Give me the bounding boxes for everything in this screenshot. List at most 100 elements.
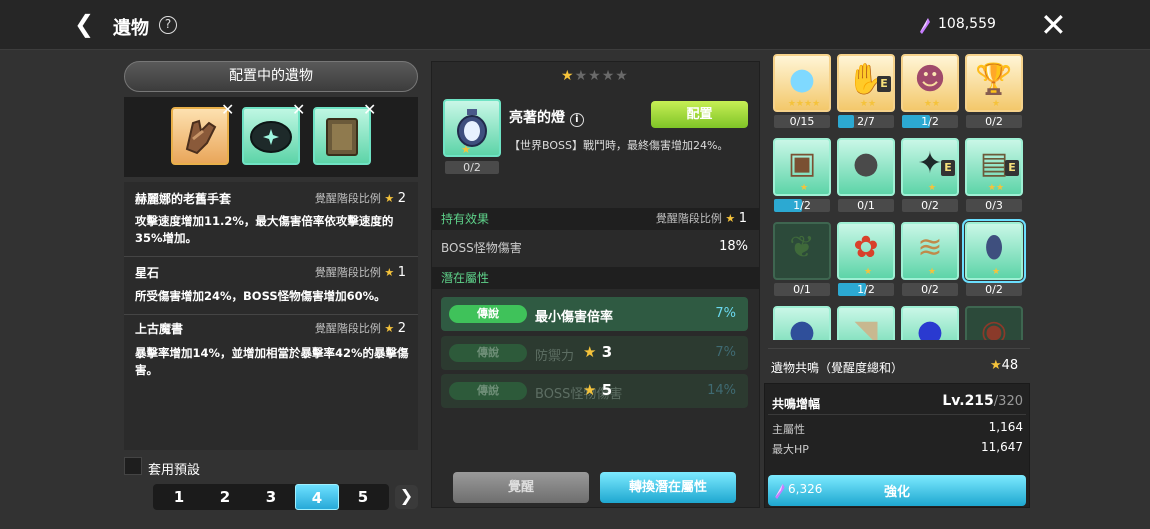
blue-bag-icon: ●	[788, 314, 816, 340]
tile-count: 0/2	[902, 283, 958, 296]
resonance-total: ★48	[990, 358, 1018, 373]
remove-slot-3-button[interactable]: ✕	[363, 100, 376, 119]
tile-stars: ★	[799, 183, 809, 193]
potential-row-1: 傳說 最小傷害倍率 7%	[441, 297, 748, 331]
relic-tile[interactable]: ▣ ★	[773, 138, 831, 196]
relic-tile[interactable]: ☻ ★★	[901, 54, 959, 112]
page-1-button[interactable]: 1	[157, 484, 201, 510]
tile-count: 0/2	[966, 115, 1022, 128]
relic-tile[interactable]: ✋ ★★ E	[837, 54, 895, 112]
preset-checkbox[interactable]	[124, 457, 142, 475]
tile-count-text: 0/2	[985, 283, 1003, 296]
tile-count: 0/2	[966, 283, 1022, 296]
star-icon: ★	[583, 343, 597, 361]
blue-slime-icon: ●	[788, 62, 816, 97]
lantern-icon: ⬮	[984, 230, 1004, 265]
ancient-book-icon	[326, 118, 358, 156]
relic-tile[interactable]: ✦ ★ E	[901, 138, 959, 196]
star-icon: ★	[384, 192, 395, 205]
relic-tile[interactable]: ✿ ★	[837, 222, 895, 280]
relic-tile[interactable]: ▤ ★★ E	[965, 138, 1023, 196]
divider	[768, 414, 1026, 415]
relic-tile[interactable]: ●	[773, 306, 831, 340]
ratio-label: 覺醒階段比例	[314, 266, 381, 279]
relic-tile[interactable]: ≋ ★	[901, 222, 959, 280]
relic-name: 星石	[135, 266, 160, 280]
page-5-button[interactable]: 5	[341, 484, 385, 510]
close-x-icon: ✕	[1040, 6, 1067, 44]
tile-count: 1/2	[902, 115, 958, 128]
preset-label: 套用預設	[148, 463, 201, 478]
next-page-button[interactable]: ❯	[395, 485, 418, 509]
tile-count-text: 1/2	[921, 115, 939, 128]
tile-stars: ★★	[859, 99, 877, 109]
relic-tile[interactable]: ⬮ ★	[962, 219, 1026, 283]
tile-count-text: 0/3	[985, 199, 1003, 212]
star-icon: ★	[384, 266, 395, 279]
crystal-icon	[920, 18, 930, 34]
blue-orb-icon: ●	[916, 314, 944, 340]
relic-tile[interactable]: ●	[837, 138, 895, 196]
info-icon[interactable]: i	[569, 113, 584, 127]
equipped-relics-list: 赫麗娜的老舊手套 覺醒階段比例 ★ 2 攻擊速度增加11.2%，最大傷害倍率依攻…	[124, 182, 418, 450]
tile-stars: ★★★★	[787, 99, 821, 109]
reroll-potential-button[interactable]: 轉換潛在屬性	[600, 472, 736, 503]
potential-header: 潛在屬性	[432, 267, 759, 289]
potential-stat: 最小傷害倍率	[535, 310, 614, 325]
potential-title: 潛在屬性	[441, 271, 490, 285]
tile-stars: ★	[991, 99, 1001, 109]
relic-name: 上古魔書	[135, 322, 184, 336]
horn-icon: ◥	[854, 314, 878, 340]
remove-slot-2-button[interactable]: ✕	[292, 100, 305, 119]
potential-value: 7%	[715, 306, 736, 321]
relic-name: 赫麗娜的老舊手套	[135, 192, 232, 206]
relic-tile[interactable]: ●	[901, 306, 959, 340]
page-title: 遺物	[113, 18, 149, 39]
star-icon: ★	[574, 68, 589, 84]
grade-badge: 傳說	[449, 382, 527, 400]
tile-count-text: 0/1	[793, 283, 811, 296]
relic-tile[interactable]: ◥	[837, 306, 895, 340]
relic-tile[interactable]: ◉	[965, 306, 1023, 340]
page-4-button[interactable]: 4	[295, 484, 339, 510]
relic-tile[interactable]: 🏆 ★	[965, 54, 1023, 112]
tile-stars: ★★	[987, 183, 1005, 193]
relic-ratio: 覺醒階段比例 ★ 1	[315, 264, 406, 280]
currency-amount: 108,559	[938, 16, 996, 32]
relic-tile[interactable]: ● ★★★★	[773, 54, 831, 112]
resonance-title: 遺物共鳴（覺醒度總和）	[771, 361, 904, 375]
hold-stat-value: 18%	[719, 239, 748, 254]
dark-disc-icon: ●	[852, 146, 880, 181]
equipped-relics-header: 配置中的遺物	[124, 61, 418, 92]
lock-requirement: ★ 5	[583, 381, 612, 399]
relic-tile[interactable]: ❦	[773, 222, 831, 280]
tile-count-text: 0/1	[857, 199, 875, 212]
page-2-button[interactable]: 2	[203, 484, 247, 510]
tile-count-text: 2/7	[857, 115, 875, 128]
page-3-button[interactable]: 3	[249, 484, 293, 510]
remove-slot-1-button[interactable]: ✕	[221, 100, 234, 119]
tile-stars: ★	[927, 183, 937, 193]
tile-count: 0/1	[774, 283, 830, 296]
equip-button[interactable]: 配置	[651, 101, 748, 128]
help-icon[interactable]: ?	[159, 16, 177, 34]
resonance-level: Lv.215/320	[920, 393, 1023, 409]
golden-trophy-icon: 🏆	[975, 62, 1013, 97]
beast-mask-icon: ☻	[914, 62, 946, 97]
stat-label: 最大HP	[772, 443, 809, 456]
back-button[interactable]: ❮	[74, 10, 94, 38]
relic-name-text: 亮著的燈	[509, 110, 565, 126]
awaken-button[interactable]: 覺醒	[453, 472, 589, 503]
potential-row-3: 傳說 BOSS怪物傷害 ★ 5 14%	[441, 374, 748, 408]
close-button[interactable]: ✕	[1040, 8, 1067, 42]
equipped-badge: E	[1005, 160, 1019, 176]
tile-count: 0/2	[902, 199, 958, 212]
potential-value: 14%	[707, 383, 736, 398]
relic-entry: 上古魔書 覺醒階段比例 ★ 2 暴擊率增加14%，並增加相當於暴擊率42%的暴擊…	[124, 315, 418, 385]
tile-count: 0/15	[774, 115, 830, 128]
upgrade-button[interactable]: 6,326 強化	[768, 475, 1026, 506]
star-icon: ★	[615, 68, 629, 84]
stat-label: 主屬性	[772, 423, 805, 436]
ratio-value: 1	[397, 265, 406, 280]
stat-value: 11,647	[981, 440, 1023, 454]
